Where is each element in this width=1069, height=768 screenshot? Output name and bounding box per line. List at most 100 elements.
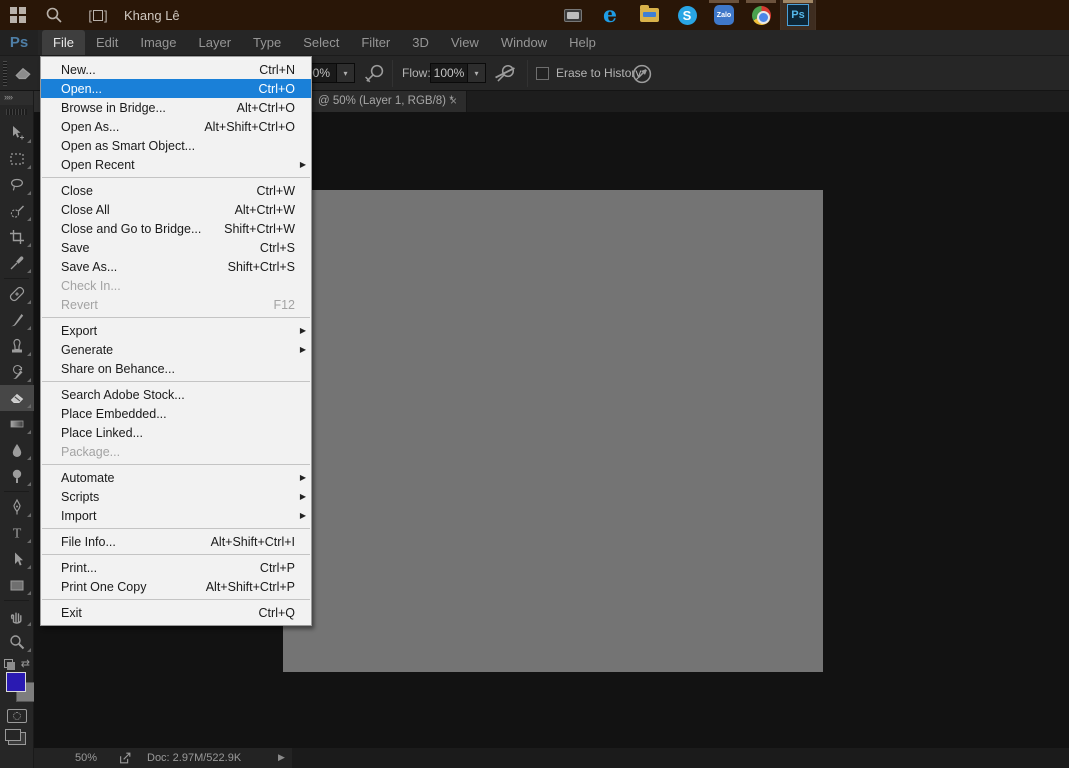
photoshop-icon: Ps bbox=[787, 4, 809, 26]
tool-rectangular-marquee[interactable] bbox=[0, 146, 34, 172]
divider bbox=[4, 278, 29, 279]
taskbar-skype-button[interactable]: S bbox=[670, 0, 704, 30]
menu-3d[interactable]: 3D bbox=[401, 30, 440, 55]
zoom-icon bbox=[8, 633, 26, 651]
eraser-preset-icon bbox=[12, 62, 34, 84]
panel-collapse-button[interactable]: »» bbox=[0, 91, 33, 105]
erase-to-history-checkbox[interactable] bbox=[536, 67, 549, 80]
tool-clone-stamp[interactable] bbox=[0, 333, 34, 359]
opacity-dropdown-button[interactable]: ▾ bbox=[337, 63, 355, 83]
taskbar-monitor-button[interactable] bbox=[556, 0, 590, 30]
menu-item-close-and-go-to-bridge[interactable]: Close and Go to Bridge...Shift+Ctrl+W bbox=[41, 219, 311, 238]
tool-zoom[interactable] bbox=[0, 629, 34, 655]
menu-item-open[interactable]: Open...Ctrl+O bbox=[41, 79, 311, 98]
tool-eyedropper[interactable] bbox=[0, 250, 34, 276]
menu-item-generate[interactable]: Generate▶ bbox=[41, 340, 311, 359]
menu-item-scripts[interactable]: Scripts▶ bbox=[41, 487, 311, 506]
menu-layer[interactable]: Layer bbox=[188, 30, 243, 55]
flow-dropdown-button[interactable]: ▾ bbox=[468, 63, 486, 83]
share-button[interactable] bbox=[118, 751, 132, 768]
menu-file[interactable]: File bbox=[42, 30, 85, 55]
menu-item-open-as-smart-object[interactable]: Open as Smart Object... bbox=[41, 136, 311, 155]
tool-dodge[interactable] bbox=[0, 463, 34, 489]
tool-quick-selection[interactable] bbox=[0, 198, 34, 224]
move-icon bbox=[8, 124, 26, 142]
tool-spot-healing-brush[interactable] bbox=[0, 281, 34, 307]
menu-item-share-on-behance[interactable]: Share on Behance... bbox=[41, 359, 311, 378]
tool-gradient[interactable] bbox=[0, 411, 34, 437]
menu-edit[interactable]: Edit bbox=[85, 30, 129, 55]
menu-item-automate[interactable]: Automate▶ bbox=[41, 468, 311, 487]
taskbar-zalo-button[interactable]: Zalo bbox=[707, 0, 741, 30]
tool-rectangle[interactable] bbox=[0, 572, 34, 598]
menu-item-import[interactable]: Import▶ bbox=[41, 506, 311, 525]
opacity-pressure-button[interactable] bbox=[362, 62, 386, 91]
menu-item-file-info[interactable]: File Info...Alt+Shift+Ctrl+I bbox=[41, 532, 311, 551]
tool-hand[interactable] bbox=[0, 603, 34, 629]
menu-item-export[interactable]: Export▶ bbox=[41, 321, 311, 340]
airbrush-toggle-button[interactable] bbox=[492, 62, 518, 91]
taskbar-chrome-button[interactable] bbox=[744, 0, 778, 30]
tool-crop[interactable] bbox=[0, 224, 34, 250]
start-button[interactable] bbox=[0, 0, 36, 30]
menu-item-print[interactable]: Print...Ctrl+P bbox=[41, 558, 311, 577]
menu-item-new[interactable]: New...Ctrl+N bbox=[41, 60, 311, 79]
tool-path-selection[interactable] bbox=[0, 546, 34, 572]
menu-item-close-all[interactable]: Close AllAlt+Ctrl+W bbox=[41, 200, 311, 219]
tool-eraser[interactable] bbox=[0, 385, 34, 411]
menu-item-place-embedded[interactable]: Place Embedded... bbox=[41, 404, 311, 423]
menu-item-place-linked[interactable]: Place Linked... bbox=[41, 423, 311, 442]
menu-item-search-adobe-stock[interactable]: Search Adobe Stock... bbox=[41, 385, 311, 404]
menu-view[interactable]: View bbox=[440, 30, 490, 55]
tool-blur[interactable] bbox=[0, 437, 34, 463]
color-controls: ⇄ bbox=[0, 659, 33, 705]
tool-preset-button[interactable] bbox=[12, 62, 34, 89]
menu-item-browse-in-bridge[interactable]: Browse in Bridge...Alt+Ctrl+O bbox=[41, 98, 311, 117]
menu-item-open-recent[interactable]: Open Recent▶ bbox=[41, 155, 311, 174]
close-tab-icon[interactable]: × bbox=[450, 91, 457, 112]
menu-type[interactable]: Type bbox=[242, 30, 292, 55]
submenu-arrow-icon: ▶ bbox=[300, 345, 306, 354]
panel-grip[interactable] bbox=[6, 109, 27, 115]
menu-window[interactable]: Window bbox=[490, 30, 558, 55]
document-canvas[interactable] bbox=[283, 190, 823, 672]
zoom-level-field[interactable]: 50% bbox=[75, 752, 97, 764]
taskbar-edge-button[interactable]: e bbox=[593, 0, 627, 30]
tool-history-brush[interactable] bbox=[0, 359, 34, 385]
submenu-arrow-icon: ▶ bbox=[300, 492, 306, 501]
monitor-icon bbox=[564, 9, 582, 22]
submenu-arrow-icon: ▶ bbox=[300, 473, 306, 482]
foreground-color-swatch[interactable] bbox=[6, 672, 26, 692]
tool-lasso[interactable] bbox=[0, 172, 34, 198]
screen-mode-button[interactable] bbox=[0, 727, 33, 749]
panel-grip[interactable] bbox=[3, 61, 7, 86]
tool-pen[interactable] bbox=[0, 494, 34, 520]
menu-filter[interactable]: Filter bbox=[350, 30, 401, 55]
menu-item-close[interactable]: CloseCtrl+W bbox=[41, 181, 311, 200]
menu-select[interactable]: Select bbox=[292, 30, 350, 55]
clone-stamp-icon bbox=[8, 337, 26, 355]
swap-colors-icon[interactable]: ⇄ bbox=[21, 657, 30, 670]
status-options-arrow-icon[interactable]: ▶ bbox=[278, 752, 285, 763]
menu-help[interactable]: Help bbox=[558, 30, 607, 55]
taskbar-photoshop-button[interactable]: Ps bbox=[781, 0, 815, 30]
menu-item-exit[interactable]: ExitCtrl+Q bbox=[41, 603, 311, 622]
menu-item-save-as[interactable]: Save As...Shift+Ctrl+S bbox=[41, 257, 311, 276]
brush-pressure-button[interactable] bbox=[630, 62, 654, 91]
quick-mask-button[interactable] bbox=[0, 705, 33, 727]
tool-brush[interactable] bbox=[0, 307, 34, 333]
menu-image[interactable]: Image bbox=[129, 30, 187, 55]
menu-item-open-as[interactable]: Open As...Alt+Shift+Ctrl+O bbox=[41, 117, 311, 136]
dodge-icon bbox=[8, 467, 26, 485]
flow-value-box[interactable]: 100% bbox=[430, 63, 468, 83]
task-view-button[interactable]: [] bbox=[80, 0, 116, 30]
share-icon bbox=[118, 751, 132, 765]
menu-item-save[interactable]: SaveCtrl+S bbox=[41, 238, 311, 257]
taskbar-search-button[interactable] bbox=[36, 0, 72, 30]
document-size-info[interactable]: Doc: 2.97M/522.9K bbox=[147, 752, 241, 764]
taskbar-explorer-button[interactable] bbox=[632, 0, 666, 30]
tool-move[interactable] bbox=[0, 120, 34, 146]
menu-item-print-one-copy[interactable]: Print One CopyAlt+Shift+Ctrl+P bbox=[41, 577, 311, 596]
default-colors-button[interactable] bbox=[4, 659, 13, 668]
tool-type[interactable]: T bbox=[0, 520, 34, 546]
